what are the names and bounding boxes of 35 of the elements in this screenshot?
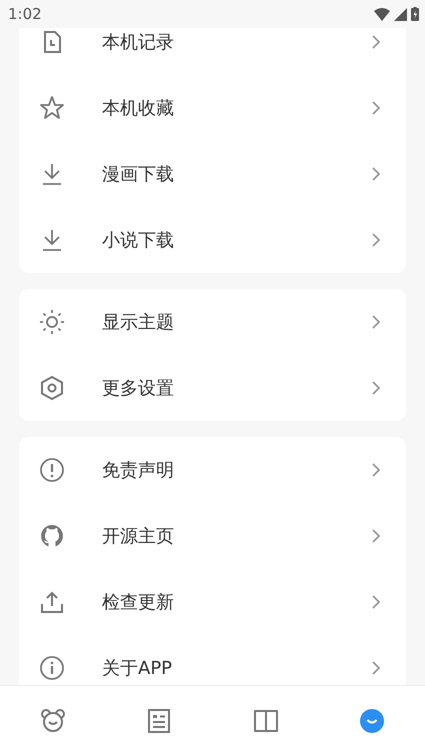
book-icon[interactable] bbox=[252, 708, 279, 734]
menu-item-label[interactable]: 本机记录 bbox=[102, 28, 370, 56]
article-icon[interactable] bbox=[146, 708, 172, 734]
signal-icon bbox=[394, 8, 407, 20]
chevron-icon bbox=[370, 314, 382, 330]
battery-icon bbox=[411, 7, 419, 21]
chevron-icon bbox=[370, 166, 382, 182]
chevron-icon bbox=[370, 594, 382, 610]
alert-icon bbox=[39, 457, 65, 483]
github-icon bbox=[39, 523, 65, 549]
upload-icon bbox=[39, 589, 65, 615]
bear-icon[interactable] bbox=[40, 708, 66, 734]
menu-item-label[interactable]: 小说下载 bbox=[102, 226, 370, 254]
chevron-icon bbox=[370, 462, 382, 478]
chevron-icon bbox=[370, 380, 382, 396]
smile-icon[interactable] bbox=[358, 708, 385, 734]
status-time: 1:02 bbox=[8, 4, 42, 25]
info-icon bbox=[39, 655, 65, 681]
menu-item-label[interactable]: 检查更新 bbox=[102, 588, 370, 616]
hexagon-icon bbox=[39, 375, 65, 401]
wifi-icon bbox=[374, 8, 390, 20]
sun-icon bbox=[39, 309, 65, 335]
menu-item-label[interactable]: 免责声明 bbox=[102, 456, 370, 484]
chevron-icon bbox=[370, 660, 382, 676]
chevron-icon bbox=[370, 34, 382, 50]
menu-item-label[interactable]: 本机收藏 bbox=[102, 94, 370, 122]
star-icon bbox=[39, 95, 65, 121]
menu-item-label[interactable]: 更多设置 bbox=[102, 374, 370, 402]
chevron-icon bbox=[370, 100, 382, 116]
chevron-icon bbox=[370, 232, 382, 248]
menu-item-label[interactable]: 开源主页 bbox=[102, 522, 370, 550]
menu-item-label[interactable]: 关于APP bbox=[102, 654, 370, 682]
menu-item-label[interactable]: 显示主题 bbox=[102, 308, 370, 336]
menu-item-label[interactable]: 漫画下载 bbox=[102, 160, 370, 188]
chevron-icon bbox=[370, 528, 382, 544]
